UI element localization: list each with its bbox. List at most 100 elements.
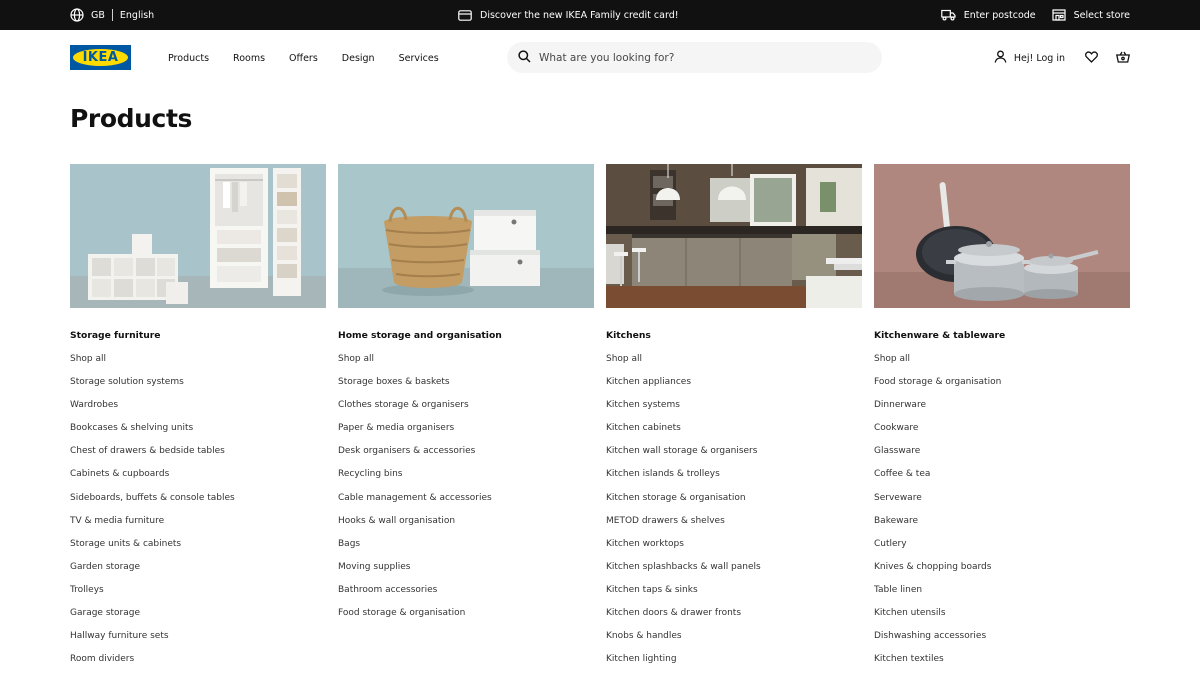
category-heading[interactable]: Storage furniture <box>70 329 326 343</box>
category-link[interactable]: Cookware <box>874 421 1130 444</box>
category-link[interactable]: TV & media furniture <box>70 514 326 537</box>
category-link[interactable]: Clothes storage & organisers <box>338 398 594 421</box>
main-nav: Products Rooms Offers Design Services <box>168 30 439 86</box>
top-promo-bar: GB English Discover the new IKEA Family … <box>0 0 1200 30</box>
category-link[interactable]: Shop all <box>874 352 1130 375</box>
category-link[interactable]: Hooks & wall organisation <box>338 514 594 537</box>
category-link[interactable]: Coffee & tea <box>874 467 1130 490</box>
postcode-label: Enter postcode <box>963 9 1036 21</box>
category-link[interactable]: Cable management & accessories <box>338 491 594 514</box>
category-link-list: Shop all Food storage & organisation Din… <box>874 352 1130 675</box>
category-link[interactable]: Kitchen worktops <box>606 537 862 560</box>
storage-furniture-image[interactable] <box>70 164 326 308</box>
category-heading[interactable]: Home storage and organisation <box>338 329 594 343</box>
category-link[interactable]: Garden storage <box>70 560 326 583</box>
category-link[interactable]: Garage storage <box>70 606 326 629</box>
category-link[interactable]: Paper & media organisers <box>338 421 594 444</box>
main-header: IKEA Products Rooms Offers Design Servic… <box>0 30 1200 86</box>
category-link[interactable]: Dishwashing accessories <box>874 629 1130 652</box>
category-column-kitchenware: Kitchenware & tableware Shop all Food st… <box>874 164 1130 675</box>
category-column-storage-furniture: Storage furniture Shop all Storage solut… <box>70 164 326 675</box>
country-code: GB <box>91 9 105 21</box>
category-link[interactable]: Cabinets & cupboards <box>70 467 326 490</box>
ikea-logo[interactable]: IKEA <box>70 45 131 70</box>
nav-design[interactable]: Design <box>342 53 375 64</box>
category-link[interactable]: Hallway furniture sets <box>70 629 326 652</box>
category-link[interactable]: Desk organisers & accessories <box>338 444 594 467</box>
store-icon <box>1052 9 1066 21</box>
category-link[interactable]: Chest of drawers & bedside tables <box>70 444 326 467</box>
search-bar[interactable] <box>507 42 882 73</box>
promo-text: Discover the new IKEA Family credit card… <box>480 9 679 21</box>
category-link[interactable]: Shop all <box>606 352 862 375</box>
kitchens-image[interactable] <box>606 164 862 308</box>
credit-card-promo-link[interactable]: Discover the new IKEA Family credit card… <box>458 0 679 30</box>
login-button[interactable]: Hej! Log in <box>994 50 1065 66</box>
shopping-bag-icon[interactable] <box>1115 51 1131 66</box>
category-link[interactable]: Moving supplies <box>338 560 594 583</box>
category-link[interactable]: Bathroom accessories <box>338 583 594 606</box>
category-link[interactable]: Table linen <box>874 583 1130 606</box>
category-link[interactable]: Storage solution systems <box>70 375 326 398</box>
category-link[interactable]: Glassware <box>874 444 1130 467</box>
category-link[interactable]: Shop all <box>338 352 594 375</box>
category-link[interactable]: Kitchen islands & trolleys <box>606 467 862 490</box>
store-label: Select store <box>1073 9 1130 21</box>
category-heading[interactable]: Kitchens <box>606 329 862 343</box>
search-input[interactable] <box>539 51 859 64</box>
category-link[interactable]: Knives & chopping boards <box>874 560 1130 583</box>
category-link[interactable]: Kitchen appliances <box>606 375 862 398</box>
page-title: Products <box>70 104 192 133</box>
category-link[interactable]: Room dividers <box>70 652 326 675</box>
nav-services[interactable]: Services <box>399 53 439 64</box>
language-label: English <box>119 9 155 21</box>
category-link[interactable]: Kitchen taps & sinks <box>606 583 862 606</box>
category-link-list: Shop all Storage solution systems Wardro… <box>70 352 326 675</box>
category-link[interactable]: Kitchen splashbacks & wall panels <box>606 560 862 583</box>
truck-icon <box>940 9 956 21</box>
category-link[interactable]: Kitchen textiles <box>874 652 1130 675</box>
nav-offers[interactable]: Offers <box>289 53 318 64</box>
category-link[interactable]: Sideboards, buffets & console tables <box>70 491 326 514</box>
category-link[interactable]: Knobs & handles <box>606 629 862 652</box>
nav-rooms[interactable]: Rooms <box>233 53 265 64</box>
category-link[interactable]: Cutlery <box>874 537 1130 560</box>
category-column-home-storage: Home storage and organisation Shop all S… <box>338 164 594 629</box>
select-store-button[interactable]: Select store <box>1052 9 1130 21</box>
category-link[interactable]: Dinnerware <box>874 398 1130 421</box>
category-link[interactable]: Kitchen cabinets <box>606 421 862 444</box>
heart-icon[interactable] <box>1085 50 1098 66</box>
login-label: Hej! Log in <box>1013 52 1065 64</box>
globe-icon <box>70 8 84 22</box>
category-link-list: Shop all Kitchen appliances Kitchen syst… <box>606 352 862 675</box>
category-link[interactable]: Storage units & cabinets <box>70 537 326 560</box>
category-link[interactable]: Wardrobes <box>70 398 326 421</box>
category-link[interactable]: Bookcases & shelving units <box>70 421 326 444</box>
logo-text: IKEA <box>82 50 119 65</box>
category-link[interactable]: METOD drawers & shelves <box>606 514 862 537</box>
category-link[interactable]: Kitchen systems <box>606 398 862 421</box>
category-link[interactable]: Trolleys <box>70 583 326 606</box>
category-link[interactable]: Recycling bins <box>338 467 594 490</box>
category-link[interactable]: Kitchen wall storage & organisers <box>606 444 862 467</box>
locale-selector[interactable]: GB English <box>70 0 154 30</box>
enter-postcode-button[interactable]: Enter postcode <box>940 9 1036 21</box>
category-link[interactable]: Kitchen lighting <box>606 652 862 675</box>
kitchenware-image[interactable] <box>874 164 1130 308</box>
category-link[interactable]: Bakeware <box>874 514 1130 537</box>
category-column-kitchens: Kitchens Shop all Kitchen appliances Kit… <box>606 164 862 675</box>
category-link[interactable]: Kitchen doors & drawer fronts <box>606 606 862 629</box>
nav-products[interactable]: Products <box>168 53 209 64</box>
category-link[interactable]: Food storage & organisation <box>874 375 1130 398</box>
category-link[interactable]: Serveware <box>874 491 1130 514</box>
category-link[interactable]: Storage boxes & baskets <box>338 375 594 398</box>
category-link[interactable]: Bags <box>338 537 594 560</box>
category-heading[interactable]: Kitchenware & tableware <box>874 329 1130 343</box>
category-link[interactable]: Shop all <box>70 352 326 375</box>
category-link[interactable]: Food storage & organisation <box>338 606 594 629</box>
home-storage-image[interactable] <box>338 164 594 308</box>
category-link[interactable]: Kitchen storage & organisation <box>606 491 862 514</box>
user-icon <box>994 50 1007 66</box>
category-link[interactable]: Kitchen utensils <box>874 606 1130 629</box>
category-link-list: Shop all Storage boxes & baskets Clothes… <box>338 352 594 629</box>
